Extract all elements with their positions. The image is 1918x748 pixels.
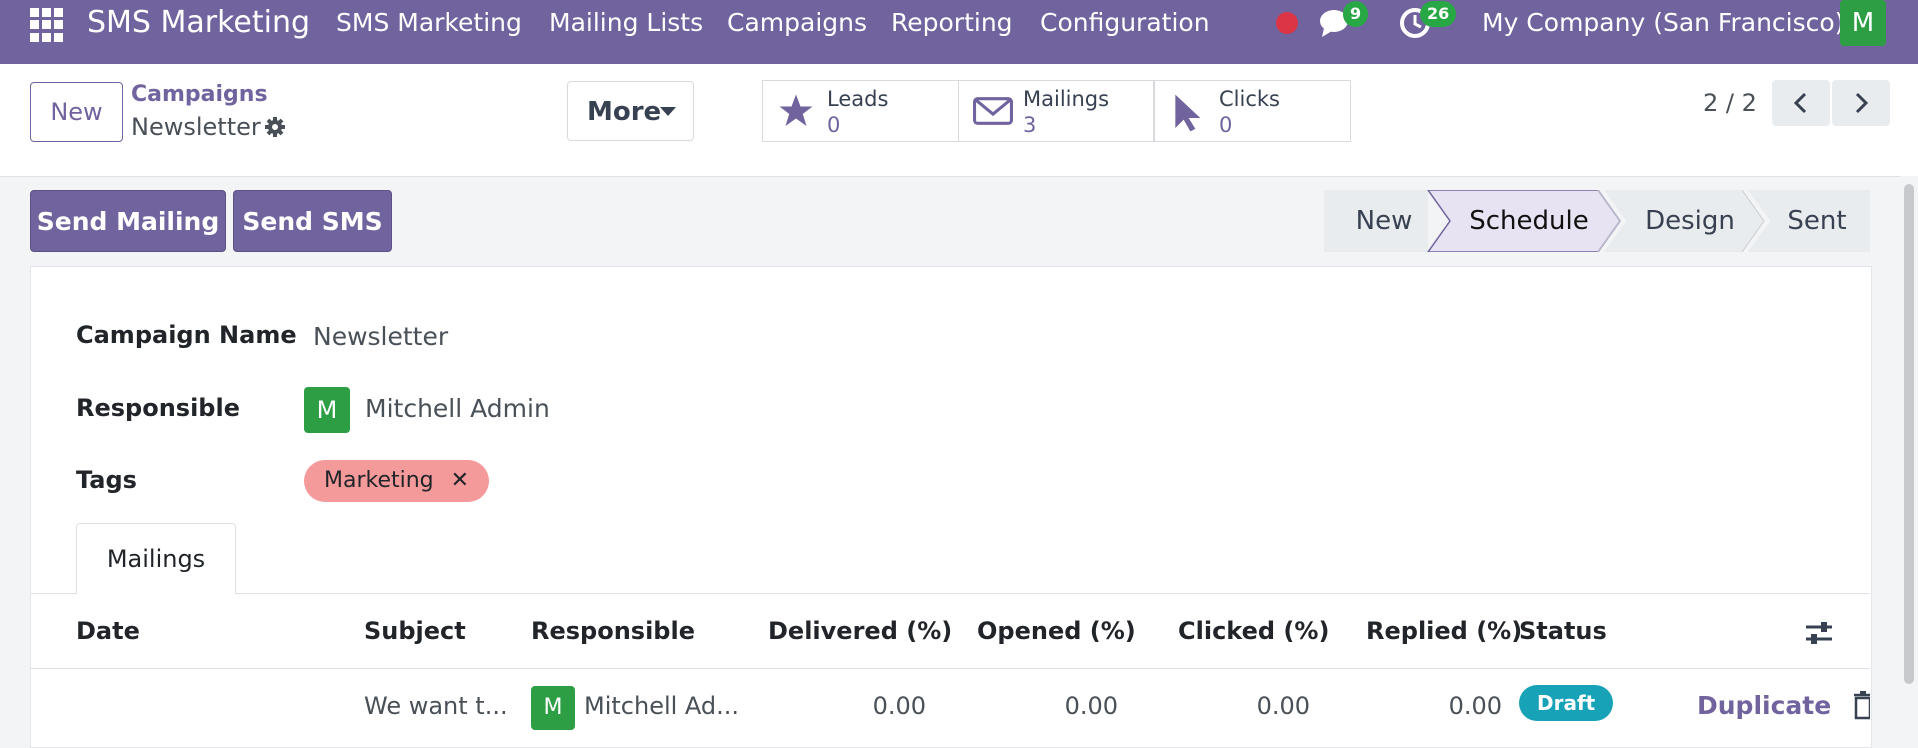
column-header-subject[interactable]: Subject	[364, 617, 466, 645]
duplicate-button[interactable]: Duplicate	[1697, 691, 1831, 720]
send-mailing-button[interactable]: Send Mailing	[30, 190, 226, 252]
caret-down-icon	[660, 107, 676, 116]
menu-campaigns[interactable]: Campaigns	[727, 0, 867, 64]
envelope-icon	[973, 97, 1013, 125]
pager-previous[interactable]	[1772, 80, 1830, 126]
app-title[interactable]: SMS Marketing	[87, 0, 310, 64]
column-header-responsible[interactable]: Responsible	[531, 617, 695, 645]
scrollbar-thumb[interactable]	[1904, 184, 1914, 684]
column-header-date[interactable]: Date	[76, 617, 140, 645]
menu-sms-marketing[interactable]: SMS Marketing	[336, 0, 522, 64]
column-header-clicked[interactable]: Clicked (%)	[1178, 617, 1329, 645]
star-icon	[779, 94, 813, 126]
avatar: M	[304, 387, 350, 433]
menu-reporting[interactable]: Reporting	[891, 0, 1013, 64]
cell-responsible: Mitchell Ad...	[584, 692, 740, 720]
activities-badge: 26	[1420, 1, 1457, 27]
cell-subject: We want t...	[364, 692, 508, 720]
stage-new[interactable]: New	[1324, 190, 1444, 252]
status-badge: Draft	[1519, 685, 1614, 721]
column-header-delivered[interactable]: Delivered (%)	[768, 617, 952, 645]
stat-value: 0	[827, 113, 841, 137]
cell-delivered: 0.00	[872, 692, 926, 720]
column-header-opened[interactable]: Opened (%)	[977, 617, 1136, 645]
status-bar: New Schedule Design Sent	[1324, 190, 1870, 252]
recording-dot-icon[interactable]	[1276, 12, 1298, 34]
stat-value: 3	[1023, 113, 1037, 137]
campaign-name-field[interactable]: Newsletter	[313, 322, 448, 351]
top-navbar: SMS Marketing SMS Marketing Mailing List…	[0, 0, 1918, 64]
stat-value: 0	[1219, 113, 1233, 137]
tags-label: Tags	[76, 466, 137, 494]
cell-clicked: 0.00	[1256, 692, 1310, 720]
cell-opened: 0.00	[1064, 692, 1118, 720]
cursor-icon	[1175, 94, 1201, 132]
tab-divider	[30, 593, 1870, 594]
scrollbar[interactable]	[1900, 176, 1918, 741]
stat-button-clicks[interactable]: Clicks 0	[1154, 80, 1351, 142]
responsible-label: Responsible	[76, 394, 240, 422]
avatar: M	[531, 686, 575, 730]
responsible-field[interactable]: Mitchell Admin	[365, 394, 550, 423]
company-switcher[interactable]: My Company (San Francisco)	[1482, 0, 1844, 64]
trash-icon[interactable]	[1854, 690, 1870, 720]
new-button[interactable]: New	[30, 82, 123, 142]
pager-value[interactable]: 2 / 2	[1703, 89, 1757, 117]
breadcrumb-campaigns[interactable]: Campaigns	[131, 82, 268, 107]
stage-design[interactable]: Design	[1620, 190, 1760, 252]
more-label: More	[587, 97, 662, 127]
column-header-status[interactable]: Status	[1519, 617, 1607, 645]
app-menu-icon[interactable]	[30, 8, 64, 42]
tab-mailings[interactable]: Mailings	[76, 523, 236, 594]
menu-mailing-lists[interactable]: Mailing Lists	[549, 0, 703, 64]
column-header-replied[interactable]: Replied (%)	[1366, 617, 1522, 645]
messages-badge: 9	[1343, 1, 1369, 27]
chevron-left-icon	[1793, 92, 1807, 114]
pager-next[interactable]	[1832, 80, 1890, 126]
stat-label: Mailings	[1023, 87, 1110, 111]
stat-label: Leads	[827, 87, 889, 111]
user-avatar[interactable]: M	[1840, 0, 1886, 46]
send-sms-button[interactable]: Send SMS	[233, 190, 392, 252]
breadcrumb-current: Newsletter	[131, 113, 261, 141]
stage-schedule[interactable]: Schedule	[1444, 190, 1614, 252]
stat-button-leads[interactable]: Leads 0	[762, 80, 959, 142]
campaign-name-label: Campaign Name	[76, 321, 297, 349]
tag-label: Marketing	[324, 468, 434, 493]
stat-button-mailings[interactable]: Mailings 3	[958, 80, 1154, 142]
gear-icon[interactable]	[264, 116, 286, 138]
cell-replied: 0.00	[1448, 692, 1502, 720]
more-dropdown[interactable]: More	[567, 81, 694, 141]
stat-label: Clicks	[1219, 87, 1280, 111]
chevron-right-icon	[1855, 92, 1869, 114]
menu-configuration[interactable]: Configuration	[1040, 0, 1210, 64]
optional-columns-icon[interactable]	[1804, 620, 1834, 646]
tag-marketing[interactable]: Marketing ✕	[304, 460, 490, 502]
stage-sent[interactable]: Sent	[1764, 190, 1870, 252]
tag-remove-icon[interactable]: ✕	[451, 468, 469, 493]
